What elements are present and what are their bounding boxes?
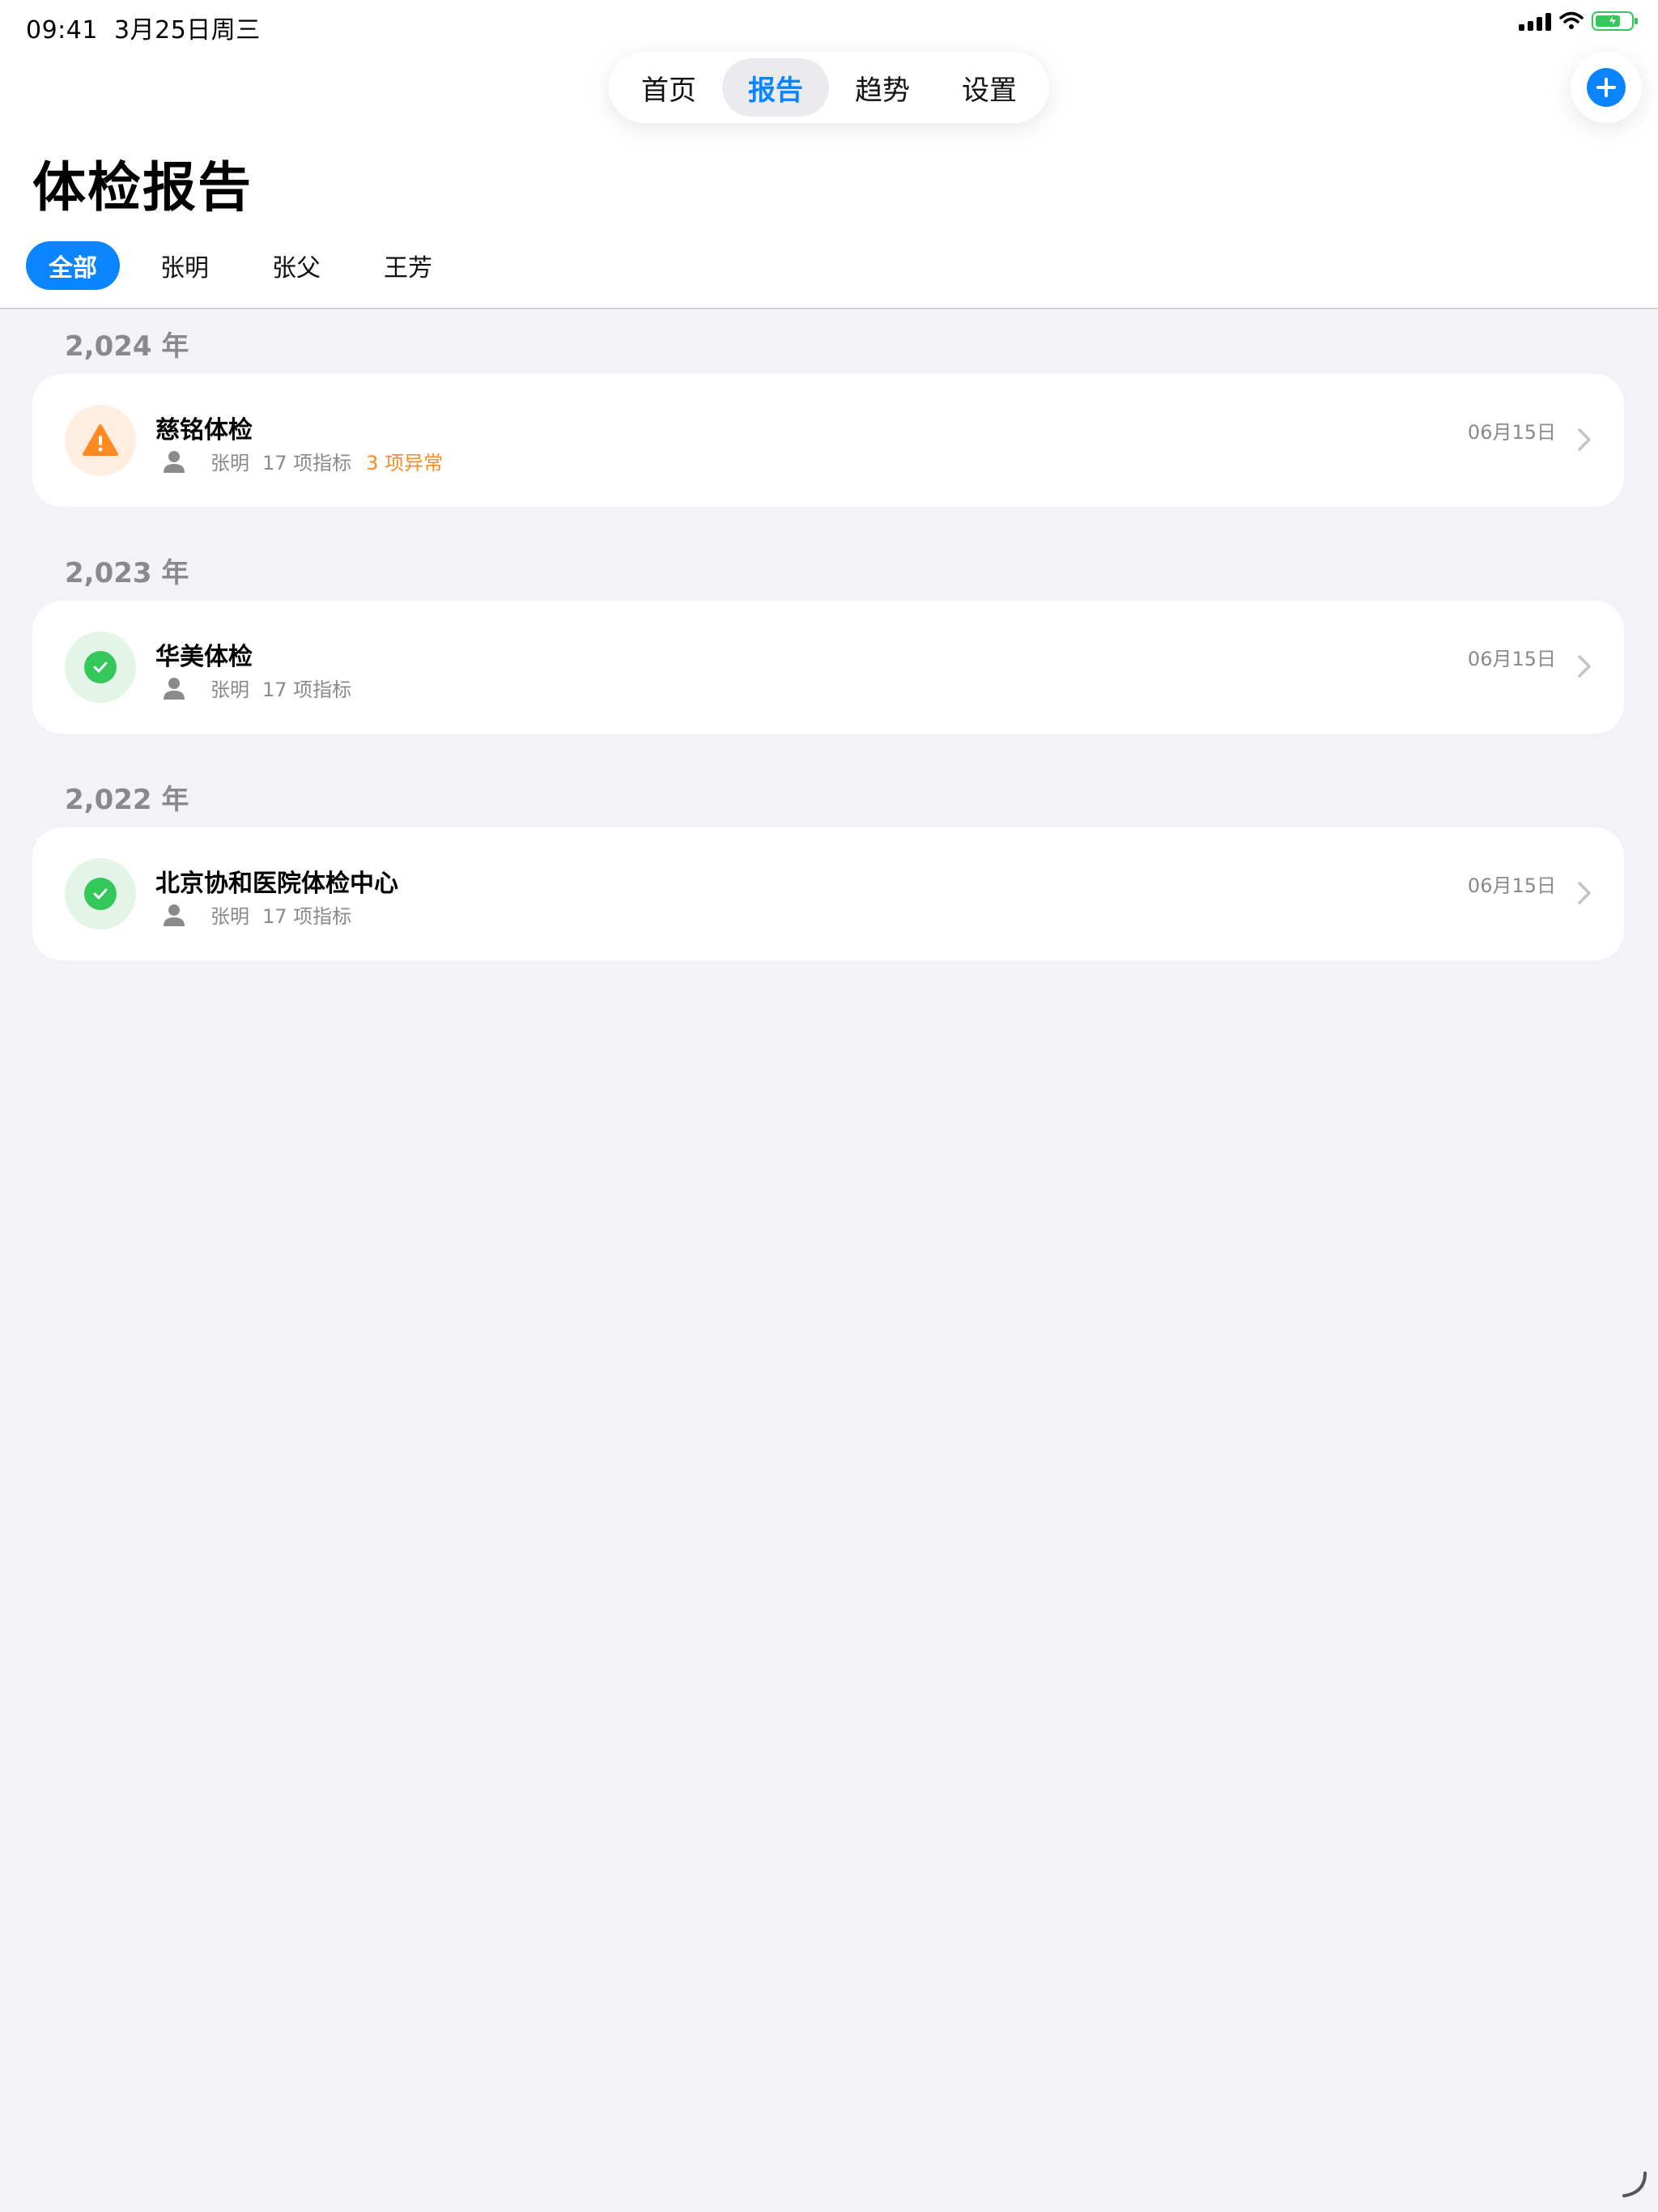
report-person: 张明 [210, 678, 249, 701]
report-meta: 张明 17 项指标 [162, 674, 351, 702]
filter-chip-all[interactable]: 全部 [26, 241, 120, 290]
tab-home[interactable]: 首页 [615, 58, 722, 117]
person-icon [164, 904, 185, 926]
page-title: 体检报告 [32, 156, 253, 219]
chevron-right-icon [1578, 882, 1591, 904]
report-date: 06月15日 [1467, 421, 1556, 444]
add-report-button[interactable] [1571, 52, 1642, 123]
abnormal-count: 3 项异常 [366, 452, 444, 474]
status-bar-time: 09:41 3月25日周三 [26, 10, 261, 45]
tab-settings[interactable]: 设置 [936, 58, 1043, 117]
tab-reports[interactable]: 报告 [722, 58, 829, 117]
report-person: 张明 [210, 905, 249, 928]
status-time-text: 09:41 [26, 16, 98, 45]
chevron-right-icon [1578, 655, 1591, 678]
status-date-text: 3月25日周三 [114, 16, 261, 45]
chevron-right-icon [1578, 428, 1591, 451]
tab-trends[interactable]: 趋势 [829, 58, 936, 117]
report-card[interactable]: 北京协和医院体检中心 张明 17 项指标 06月15日 [32, 827, 1624, 960]
report-title: 慈铭体检 [155, 416, 253, 445]
year-header: 2,024 年 [65, 330, 189, 363]
cellular-signal-icon [1519, 11, 1551, 31]
person-icon [164, 677, 185, 700]
report-date: 06月15日 [1467, 874, 1556, 897]
battery-charging-icon [1592, 11, 1638, 31]
year-header: 2,023 年 [65, 557, 189, 589]
plus-circle-icon [1587, 68, 1626, 107]
filter-chip-zhangming[interactable]: 张明 [138, 241, 232, 290]
report-meta: 张明 17 项指标 [162, 900, 351, 929]
report-indicators: 17 项指标 [262, 905, 352, 928]
checkmark-circle-icon [65, 858, 136, 929]
report-person: 张明 [210, 452, 249, 474]
year-header: 2,022 年 [65, 784, 189, 816]
status-bar-icons [1519, 11, 1638, 31]
report-title: 华美体检 [155, 643, 253, 671]
filter-chip-zhangfu[interactable]: 张父 [249, 241, 343, 290]
wifi-icon [1559, 11, 1584, 29]
person-icon [164, 450, 185, 473]
top-navigation: 首页 报告 趋势 设置 [609, 52, 1049, 123]
member-filter: 全部 张明 张父 王芳 [26, 241, 455, 290]
warning-triangle-icon [65, 405, 136, 476]
filter-chip-wangfang[interactable]: 王芳 [361, 241, 455, 290]
report-meta: 张明 17 项指标 3 项异常 [162, 447, 443, 475]
resize-handle-icon[interactable] [1619, 2170, 1648, 2199]
checkmark-circle-icon [65, 632, 136, 703]
header-area: 09:41 3月25日周三 首页 报告 趋势 设置 体检报告 全部 张明 张父 … [0, 0, 1658, 309]
report-title: 北京协和医院体检中心 [155, 870, 398, 898]
report-card[interactable]: 慈铭体检 张明 17 项指标 3 项异常 06月15日 [32, 374, 1624, 507]
report-indicators: 17 项指标 [262, 452, 352, 474]
report-card[interactable]: 华美体检 张明 17 项指标 06月15日 [32, 601, 1624, 734]
report-date: 06月15日 [1467, 648, 1556, 670]
report-indicators: 17 项指标 [262, 678, 352, 701]
